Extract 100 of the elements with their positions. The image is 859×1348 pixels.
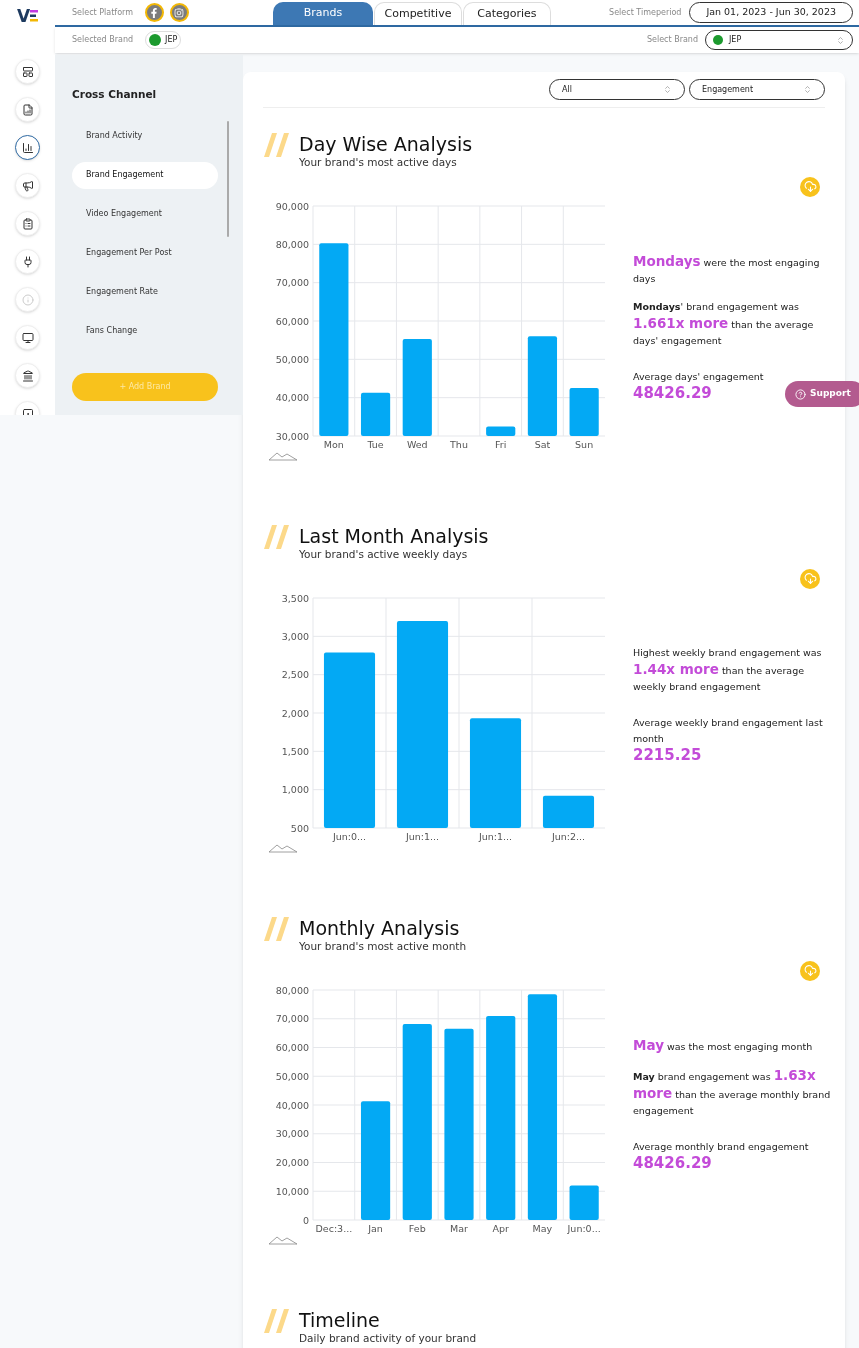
sidebar-item[interactable]: Video Engagement bbox=[72, 200, 218, 228]
sidebar-title: Cross Channel bbox=[72, 87, 158, 102]
section-subtitle: Your brand's active weekly days bbox=[299, 547, 469, 562]
y-axis-label: 3,000 bbox=[281, 630, 309, 642]
insight-text: May brand engagement was 1.63x more than the average monthly brand engagement bbox=[633, 1066, 832, 1118]
x-axis-label: Jun:1... bbox=[478, 830, 513, 842]
instagram-toggle[interactable] bbox=[169, 3, 189, 22]
y-axis-label: 60,000 bbox=[275, 315, 309, 327]
x-axis-label: Jun:0... bbox=[332, 830, 367, 842]
brand-select[interactable]: JEP bbox=[705, 30, 853, 50]
section-title: Last Month Analysis bbox=[299, 525, 489, 547]
info-icon bbox=[21, 293, 34, 306]
x-axis-label: Thu bbox=[450, 438, 468, 450]
frame-icon bbox=[21, 407, 34, 415]
layout-nav-button[interactable] bbox=[15, 59, 40, 84]
monitor-icon bbox=[21, 331, 34, 344]
average-value: 2215.25 bbox=[633, 746, 702, 763]
bar-chart-nav-button[interactable] bbox=[15, 135, 40, 160]
sidebar-item[interactable]: Brand Engagement bbox=[72, 161, 218, 189]
sidebar-item[interactable]: Fans Change bbox=[72, 317, 218, 345]
section-title: Day Wise Analysis bbox=[299, 133, 473, 155]
sidebar-item[interactable]: Engagement Rate bbox=[72, 278, 218, 306]
average-label: Average monthly brand engagement bbox=[633, 1139, 809, 1154]
y-axis-label: 40,000 bbox=[275, 391, 309, 403]
logo[interactable]: V bbox=[16, 6, 31, 26]
plug-icon bbox=[21, 255, 34, 268]
x-axis-label: Feb bbox=[408, 1222, 426, 1234]
range-selector-icon[interactable] bbox=[268, 844, 298, 853]
average-value: 48426.29 bbox=[633, 384, 712, 401]
section-subtitle: Your brand's most active month bbox=[299, 939, 467, 954]
facebook-toggle[interactable] bbox=[144, 3, 164, 22]
tab[interactable]: Categories bbox=[462, 2, 551, 25]
insight-text: Highest weekly brand engagement was 1.44x more than the average weekly brand engagement bbox=[633, 645, 823, 694]
average-value: 48426.29 bbox=[633, 1154, 712, 1171]
cloud-download-icon bbox=[803, 964, 817, 978]
section-title: Timeline bbox=[299, 1309, 381, 1331]
report-icon bbox=[21, 103, 34, 116]
instagram-icon bbox=[174, 7, 185, 18]
x-axis-label: May bbox=[532, 1222, 553, 1234]
y-axis-label: 30,000 bbox=[275, 430, 309, 442]
facebook-icon bbox=[149, 7, 160, 18]
logo-bars-icon bbox=[30, 10, 39, 22]
average-label: Average weekly brand engagement last month bbox=[633, 715, 824, 746]
y-axis-label: 30,000 bbox=[275, 1128, 309, 1139]
section-title: Monthly Analysis bbox=[299, 917, 461, 939]
y-axis-label: 80,000 bbox=[275, 238, 309, 250]
y-axis-label: 2,000 bbox=[281, 707, 309, 719]
brand-logo-icon bbox=[713, 35, 723, 45]
sidebar-item[interactable]: Engagement Per Post bbox=[72, 239, 218, 267]
y-axis-label: 40,000 bbox=[275, 1099, 309, 1111]
bar bbox=[569, 387, 599, 436]
timeperiod-picker[interactable]: Jan 01, 2023 - Jun 30, 2023 bbox=[689, 2, 853, 23]
plug-nav-button[interactable] bbox=[15, 249, 40, 274]
monitor-nav-button[interactable] bbox=[15, 325, 40, 350]
clipboard-nav-button[interactable] bbox=[15, 211, 40, 236]
x-axis-label: Jun:1... bbox=[405, 830, 440, 842]
help-icon bbox=[795, 388, 806, 400]
x-axis-label: Jan bbox=[368, 1222, 383, 1234]
double-slash-icon bbox=[263, 917, 291, 941]
cloud-download-icon bbox=[803, 180, 817, 194]
tab[interactable]: Brands bbox=[272, 2, 373, 25]
support-button[interactable]: Support bbox=[785, 381, 859, 407]
bank-nav-button[interactable] bbox=[15, 363, 40, 388]
sidebar-item[interactable]: Brand Activity bbox=[72, 122, 218, 150]
x-axis-label: Mar bbox=[450, 1222, 468, 1234]
range-selector-icon[interactable] bbox=[268, 452, 298, 461]
layout-icon bbox=[21, 65, 34, 78]
report-nav-button[interactable] bbox=[15, 97, 40, 122]
support-label: Support bbox=[810, 387, 851, 401]
x-axis-label: Apr bbox=[492, 1222, 509, 1234]
double-slash-icon bbox=[263, 133, 291, 157]
platform-label: Select Platform bbox=[72, 6, 133, 19]
megaphone-nav-button[interactable] bbox=[15, 173, 40, 198]
selected-brand-label: Selected Brand bbox=[72, 34, 134, 46]
y-axis-label: 0 bbox=[302, 1214, 309, 1226]
y-axis-label: 70,000 bbox=[275, 1013, 309, 1024]
bar bbox=[569, 1185, 599, 1220]
y-axis-label: 10,000 bbox=[275, 1185, 309, 1197]
double-slash-icon bbox=[263, 525, 291, 549]
bar bbox=[542, 795, 595, 828]
insight-text: May was the most engaging month bbox=[633, 1036, 814, 1055]
y-axis-label: 1,500 bbox=[281, 745, 309, 757]
y-axis-label: 1,000 bbox=[281, 783, 309, 795]
select-brand-label: Select Brand bbox=[646, 34, 698, 46]
y-axis-label: 50,000 bbox=[275, 1070, 309, 1082]
bar bbox=[360, 392, 391, 436]
x-axis-label: Jun:2... bbox=[551, 830, 586, 842]
x-axis-label: Mon bbox=[323, 438, 344, 450]
y-axis-label: 70,000 bbox=[275, 276, 309, 288]
range-selector-icon[interactable] bbox=[268, 1236, 298, 1245]
y-axis-label: 2,500 bbox=[281, 668, 309, 680]
double-slash-icon bbox=[263, 1309, 291, 1333]
y-axis-label: 3,500 bbox=[281, 592, 309, 604]
bar-chart-icon bbox=[21, 141, 34, 154]
clipboard-icon bbox=[21, 217, 34, 230]
x-axis-label: Fri bbox=[495, 438, 507, 450]
tab[interactable]: Competitive bbox=[373, 2, 462, 25]
dropdown-icon bbox=[803, 85, 812, 94]
bar bbox=[486, 426, 516, 436]
megaphone-icon bbox=[21, 179, 34, 192]
